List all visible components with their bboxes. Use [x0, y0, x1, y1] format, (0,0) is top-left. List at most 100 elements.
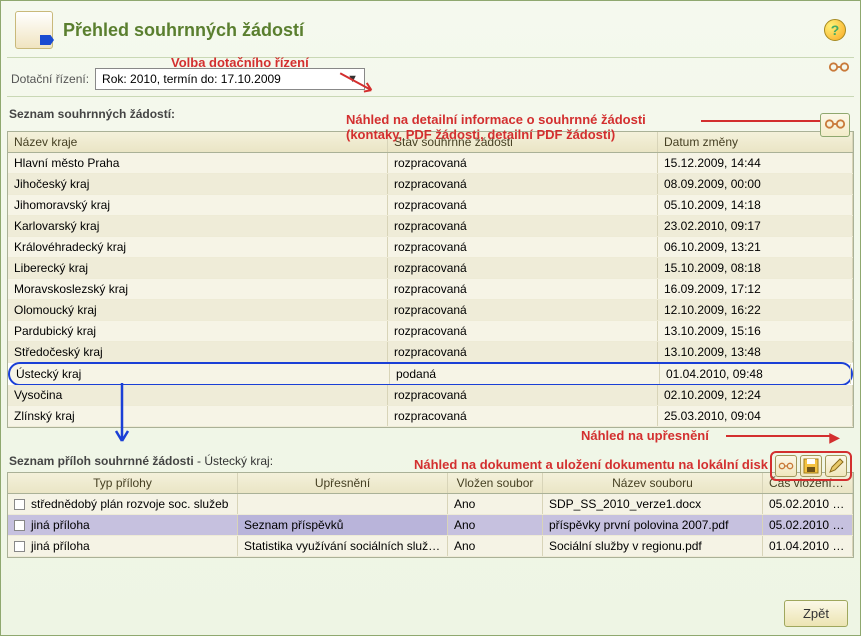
- cell-cas: 01.04.2010 09:47:50: [763, 536, 853, 556]
- cell-nazev: příspěvky první polovina 2007.pdf: [543, 515, 763, 535]
- cell-upresneni: Statistika využívání sociálních služe...: [238, 536, 448, 556]
- cell-datum: 02.10.2009, 12:24: [658, 385, 853, 405]
- cell-datum: 15.10.2009, 08:18: [658, 258, 853, 278]
- cell-vlozen: Ano: [448, 536, 543, 556]
- col-upresneni[interactable]: Upřesnění: [238, 473, 448, 493]
- col-typ[interactable]: Typ přílohy: [8, 473, 238, 493]
- cell-kraj: Moravskoslezský kraj: [8, 279, 388, 299]
- table-row[interactable]: Ústecký krajpodaná01.04.2010, 09:48: [8, 362, 853, 386]
- cell-stav: rozpracovaná: [388, 258, 658, 278]
- cell-kraj: Karlovarský kraj: [8, 216, 388, 236]
- annotation-dokument: Náhled na dokument a uložení dokumentu n…: [414, 457, 768, 472]
- table-row[interactable]: Liberecký krajrozpracovaná15.10.2009, 08…: [8, 258, 853, 279]
- page-title: Přehled souhrnných žádostí: [63, 20, 814, 41]
- cell-datum: 16.09.2009, 17:12: [658, 279, 853, 299]
- annotation-detail: Náhled na detailní informace o souhrnné …: [346, 112, 646, 142]
- col-nazev[interactable]: Název souboru: [543, 473, 763, 493]
- cell-stav: rozpracovaná: [388, 237, 658, 257]
- detail-button[interactable]: [820, 113, 850, 137]
- cell-kraj: Jihomoravský kraj: [8, 195, 388, 215]
- att-thead: Typ přílohy Upřesnění Vložen soubor Náze…: [8, 473, 853, 494]
- table-row[interactable]: Jihočeský krajrozpracovaná08.09.2009, 00…: [8, 174, 853, 195]
- table-row[interactable]: Moravskoslezský krajrozpracovaná16.09.20…: [8, 279, 853, 300]
- cell-stav: rozpracovaná: [388, 195, 658, 215]
- cell-kraj: Hlavní město Praha: [8, 153, 388, 173]
- cell-datum: 25.03.2010, 09:04: [658, 406, 853, 426]
- cell-stav: rozpracovaná: [388, 300, 658, 320]
- cell-stav: rozpracovaná: [388, 216, 658, 236]
- table-row[interactable]: Karlovarský krajrozpracovaná23.02.2010, …: [8, 216, 853, 237]
- col-kraj[interactable]: Název kraje: [8, 132, 388, 152]
- attachment-toolbar: [770, 451, 852, 481]
- glasses-icon[interactable]: [828, 59, 850, 75]
- col-vlozen[interactable]: Vložen soubor: [448, 473, 543, 493]
- header: Přehled souhrnných žádostí ?: [7, 7, 854, 58]
- annotation-upresneni: Náhled na upřesnění: [581, 428, 709, 443]
- table-row[interactable]: jiná přílohaStatistika využívání sociáln…: [8, 536, 853, 557]
- checkbox-icon[interactable]: [14, 520, 25, 531]
- cell-nazev: Sociální služby v regionu.pdf: [543, 536, 763, 556]
- cell-stav: rozpracovaná: [388, 174, 658, 194]
- cell-stav: rozpracovaná: [388, 279, 658, 299]
- cell-datum: 13.10.2009, 15:16: [658, 321, 853, 341]
- dropdown-value: Rok: 2010, termín do: 17.10.2009: [102, 72, 281, 86]
- cell-datum: 05.10.2009, 14:18: [658, 195, 853, 215]
- cell-kraj: Olomoucký kraj: [8, 300, 388, 320]
- dotacni-rizeni-dropdown[interactable]: Rok: 2010, termín do: 17.10.2009 ▼: [95, 68, 365, 90]
- cell-stav: podaná: [390, 364, 660, 384]
- cell-stav: rozpracovaná: [388, 385, 658, 405]
- back-button[interactable]: Zpět: [784, 600, 848, 627]
- cell-vlozen: Ano: [448, 494, 543, 514]
- arrow-right-icon: ▶: [829, 429, 840, 446]
- cell-upresneni: Seznam příspěvků: [238, 515, 448, 535]
- cell-typ: jiná příloha: [8, 515, 238, 535]
- cell-upresneni: [238, 494, 448, 514]
- cell-cas: 05.02.2010 10:48:39: [763, 494, 853, 514]
- table-row[interactable]: Jihomoravský krajrozpracovaná05.10.2009,…: [8, 195, 853, 216]
- cell-vlozen: Ano: [448, 515, 543, 535]
- main-table: Název kraje Stav souhrnné žádosti Datum …: [7, 131, 854, 428]
- table-row[interactable]: Vysočinarozpracovaná02.10.2009, 12:24: [8, 385, 853, 406]
- annotation-line: [726, 435, 832, 437]
- cell-kraj: Vysočina: [8, 385, 388, 405]
- cell-datum: 12.10.2009, 16:22: [658, 300, 853, 320]
- cell-datum: 06.10.2009, 13:21: [658, 237, 853, 257]
- save-doc-button[interactable]: [800, 455, 822, 477]
- cell-typ: střednědobý plán rozvoje soc. služeb: [8, 494, 238, 514]
- table-row[interactable]: Olomoucký krajrozpracovaná12.10.2009, 16…: [8, 300, 853, 321]
- window: Přehled souhrnných žádostí ? Volba dotač…: [0, 0, 861, 636]
- cell-datum: 13.10.2009, 13:48: [658, 342, 853, 362]
- cell-kraj: Pardubický kraj: [8, 321, 388, 341]
- table-row[interactable]: střednědobý plán rozvoje soc. služebAnoS…: [8, 494, 853, 515]
- filter-label: Dotační řízení:: [11, 72, 89, 86]
- cell-stav: rozpracovaná: [388, 321, 658, 341]
- cell-stav: rozpracovaná: [388, 342, 658, 362]
- edit-doc-button[interactable]: [825, 455, 847, 477]
- annotation-volba: Volba dotačního řízení: [171, 55, 309, 70]
- cell-datum: 01.04.2010, 09:48: [660, 364, 851, 384]
- attachments-table: Typ přílohy Upřesnění Vložen soubor Náze…: [7, 472, 854, 558]
- cell-kraj: Jihočeský kraj: [8, 174, 388, 194]
- cell-stav: rozpracovaná: [388, 406, 658, 426]
- cell-kraj: Královéhradecký kraj: [8, 237, 388, 257]
- table-row[interactable]: Pardubický krajrozpracovaná13.10.2009, 1…: [8, 321, 853, 342]
- view-doc-button[interactable]: [775, 455, 797, 477]
- table-row[interactable]: Hlavní město Praharozpracovaná15.12.2009…: [8, 153, 853, 174]
- cell-kraj: Ústecký kraj: [10, 364, 390, 384]
- cell-kraj: Středočeský kraj: [8, 342, 388, 362]
- table-row[interactable]: Středočeský krajrozpracovaná13.10.2009, …: [8, 342, 853, 363]
- cell-kraj: Zlínský kraj: [8, 406, 388, 426]
- glasses-icon: [824, 116, 846, 132]
- table-row[interactable]: Zlínský krajrozpracovaná25.03.2010, 09:0…: [8, 406, 853, 427]
- cell-cas: 05.02.2010 06:01:20: [763, 515, 853, 535]
- table-row[interactable]: Královéhradecký krajrozpracovaná06.10.20…: [8, 237, 853, 258]
- document-icon: [15, 11, 53, 49]
- cell-kraj: Liberecký kraj: [8, 258, 388, 278]
- help-icon[interactable]: ?: [824, 19, 846, 41]
- checkbox-icon[interactable]: [14, 541, 25, 552]
- checkbox-icon[interactable]: [14, 499, 25, 510]
- cell-stav: rozpracovaná: [388, 153, 658, 173]
- annotation-line: [701, 120, 828, 122]
- table-row[interactable]: jiná přílohaSeznam příspěvkůAnopříspěvky…: [8, 515, 853, 536]
- cell-datum: 23.02.2010, 09:17: [658, 216, 853, 236]
